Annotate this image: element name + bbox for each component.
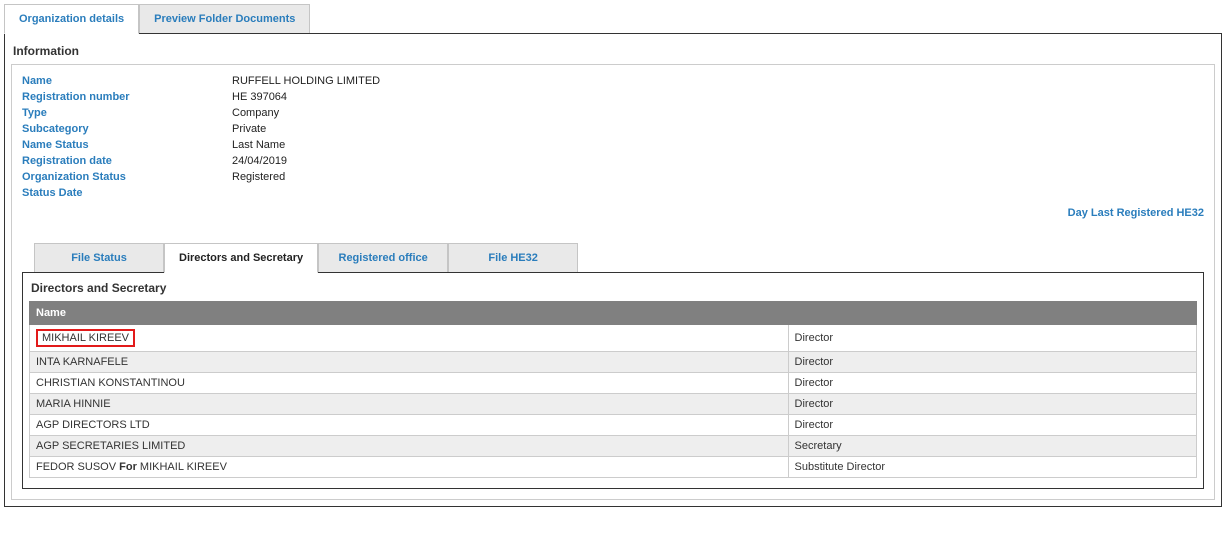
table-header-name: Name — [30, 302, 789, 325]
info-value: 24/04/2019 — [232, 155, 287, 167]
name-cell: CHRISTIAN KONSTANTINOU — [30, 373, 789, 394]
table-row: INTA KARNAFELEDirector — [30, 352, 1197, 373]
inner-panel: Directors and Secretary Name MIKHAIL KIR… — [22, 272, 1204, 489]
name-cell: MARIA HINNIE — [30, 394, 789, 415]
highlighted-name: MIKHAIL KIREEV — [36, 329, 135, 347]
role-cell: Director — [788, 394, 1196, 415]
role-cell: Director — [788, 352, 1196, 373]
person-name: FEDOR SUSOV — [36, 461, 116, 473]
directors-table: Name MIKHAIL KIREEVDirectorINTA KARNAFEL… — [29, 301, 1197, 478]
inner-tabs-wrap: File StatusDirectors and SecretaryRegist… — [22, 243, 1204, 489]
info-row: SubcategoryPrivate — [22, 121, 1204, 137]
name-cell: FEDOR SUSOV For MIKHAIL KIREEV — [30, 457, 789, 478]
inner-tabs: File StatusDirectors and SecretaryRegist… — [34, 243, 1204, 273]
info-row: Status Date — [22, 185, 1204, 201]
info-label: Name Status — [22, 139, 232, 151]
info-value: RUFFELL HOLDING LIMITED — [232, 75, 380, 87]
outer-tabs: Organization detailsPreview Folder Docum… — [4, 4, 1222, 34]
inner-tab-2[interactable]: Registered office — [318, 243, 448, 273]
outer-tab-1[interactable]: Preview Folder Documents — [139, 4, 310, 34]
info-label: Subcategory — [22, 123, 232, 135]
role-cell: Director — [788, 415, 1196, 436]
outer-tab-0[interactable]: Organization details — [4, 4, 139, 34]
info-label: Name — [22, 75, 232, 87]
information-block: NameRUFFELL HOLDING LIMITEDRegistration … — [11, 64, 1215, 500]
table-row: AGP SECRETARIES LIMITEDSecretary — [30, 436, 1197, 457]
info-value: Registered — [232, 171, 285, 183]
name-cell: MIKHAIL KIREEV — [30, 325, 789, 352]
info-value: ΗΕ 397064 — [232, 91, 287, 103]
last-registered-he32-link[interactable]: Day Last Registered HE32 — [22, 201, 1204, 223]
inner-tab-1[interactable]: Directors and Secretary — [164, 243, 318, 273]
person-name: MIKHAIL KIREEV — [140, 461, 227, 473]
info-label: Organization Status — [22, 171, 232, 183]
info-row: Organization StatusRegistered — [22, 169, 1204, 185]
info-label: Registration number — [22, 91, 232, 103]
info-label: Type — [22, 107, 232, 119]
name-cell: AGP DIRECTORS LTD — [30, 415, 789, 436]
info-row: Name StatusLast Name — [22, 137, 1204, 153]
info-row: TypeCompany — [22, 105, 1204, 121]
inner-tab-0[interactable]: File Status — [34, 243, 164, 273]
role-cell: Director — [788, 373, 1196, 394]
role-cell: Substitute Director — [788, 457, 1196, 478]
table-row: MIKHAIL KIREEV Director — [30, 325, 1197, 352]
name-cell: AGP SECRETARIES LIMITED — [30, 436, 789, 457]
info-value: Last Name — [232, 139, 285, 151]
inner-panel-heading: Directors and Secretary — [29, 279, 1197, 295]
info-label: Status Date — [22, 187, 232, 199]
info-label: Registration date — [22, 155, 232, 167]
information-heading: Information — [11, 40, 1215, 64]
inner-tab-3[interactable]: File HE32 — [448, 243, 578, 273]
table-header-role — [788, 302, 1196, 325]
info-value: Private — [232, 123, 266, 135]
role-cell: Director — [788, 325, 1196, 352]
info-value: Company — [232, 107, 279, 119]
table-row: AGP DIRECTORS LTDDirector — [30, 415, 1197, 436]
table-row: FEDOR SUSOV For MIKHAIL KIREEVSubstitute… — [30, 457, 1197, 478]
info-row: NameRUFFELL HOLDING LIMITED — [22, 73, 1204, 89]
name-cell: INTA KARNAFELE — [30, 352, 789, 373]
for-word: For — [116, 461, 140, 473]
main-panel: Information NameRUFFELL HOLDING LIMITEDR… — [4, 33, 1222, 507]
table-row: MARIA HINNIEDirector — [30, 394, 1197, 415]
role-cell: Secretary — [788, 436, 1196, 457]
table-row: CHRISTIAN KONSTANTINOUDirector — [30, 373, 1197, 394]
info-row: Registration date24/04/2019 — [22, 153, 1204, 169]
info-row: Registration numberΗΕ 397064 — [22, 89, 1204, 105]
